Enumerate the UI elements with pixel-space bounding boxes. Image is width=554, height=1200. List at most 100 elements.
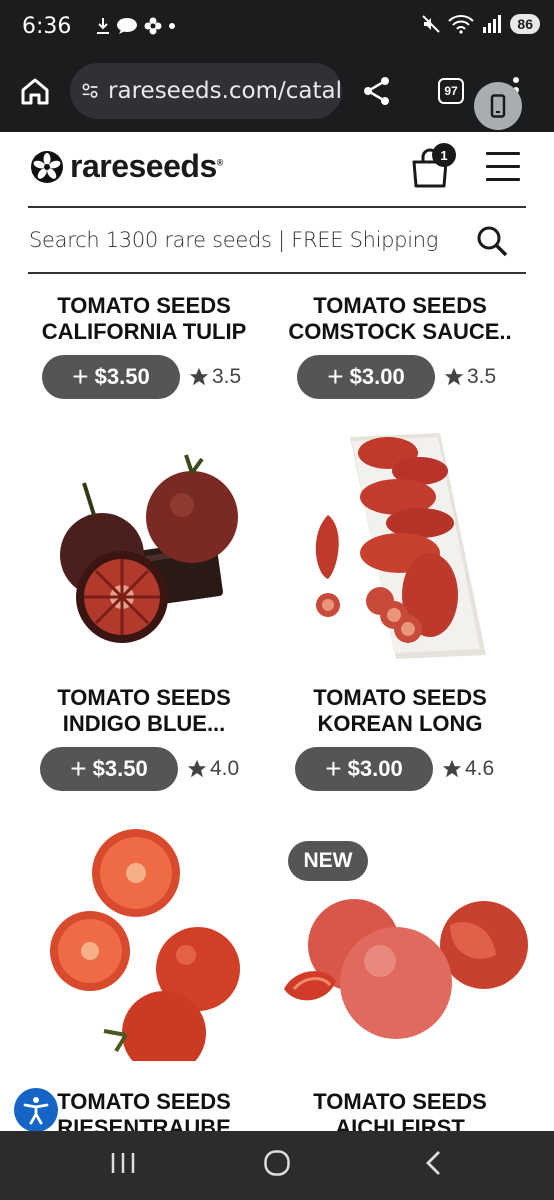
product-title-line: TOMATO SEEDS [313, 293, 487, 318]
notification-icons [96, 17, 176, 35]
talk-icon [117, 18, 137, 34]
cart-count-badge: 1 [432, 143, 456, 167]
mute-icon [422, 15, 441, 33]
product-price: $3.50 [92, 756, 148, 781]
product-price: $3.00 [347, 756, 403, 781]
plus-icon: + [327, 361, 344, 392]
flower-icon [144, 17, 162, 35]
logo-wordmark: rareseeds [70, 148, 217, 184]
product-title[interactable]: TOMATO SEEDS AICHI FIRST [270, 1089, 530, 1131]
rating-value: 3.5 [212, 365, 242, 388]
accessibility-icon [23, 1097, 49, 1125]
product-image-aichi-first[interactable]: NEW [270, 821, 530, 1061]
status-time: 6:36 [22, 14, 72, 39]
menu-bar [486, 152, 520, 155]
home-icon[interactable] [20, 76, 50, 106]
product-title-line: CALIFORNIA TULIP [41, 319, 247, 344]
new-badge: NEW [288, 841, 368, 881]
hamburger-menu-icon[interactable] [486, 152, 520, 191]
logo-flower-icon [31, 150, 63, 183]
product-price: $3.00 [349, 364, 405, 389]
product-title-line: KOREAN LONG [317, 711, 483, 736]
download-icon [97, 18, 109, 34]
product-card[interactable]: NEW TOMATO SEEDS AICHI FIRST [270, 821, 530, 1131]
wifi-6e-icon [448, 15, 475, 34]
address-bar[interactable]: rareseeds.com/catal [70, 63, 342, 119]
status-right: 86 [422, 14, 540, 34]
menu-bar [486, 165, 520, 168]
star-icon [189, 367, 209, 386]
add-to-cart-button[interactable]: + $3.00 [295, 747, 433, 791]
logo-text: rareseeds® [70, 148, 223, 185]
browser-toolbar: rareseeds.com/catal 97 [0, 54, 554, 132]
product-rating: 3.5 [188, 365, 241, 389]
battery-indicator: 86 [510, 14, 540, 34]
product-rating: 4.6 [441, 757, 494, 781]
url-text: rareseeds.com/catal [108, 78, 342, 104]
registered-mark: ® [216, 157, 224, 168]
rating-value: 3.5 [467, 365, 497, 388]
product-title[interactable]: TOMATO SEEDS CALIFORNIA TULIP [14, 293, 274, 345]
cart-button[interactable]: 1 [410, 143, 456, 193]
product-card[interactable]: TOMATO SEEDS RIESENTRAUBE [14, 821, 274, 1131]
product-grid: TOMATO SEEDS CALIFORNIA TULIP + $3.50 3.5 … [0, 273, 554, 1131]
search-bar[interactable]: Search 1300 rare seeds | FREE Shipping [28, 208, 526, 273]
product-card[interactable]: TOMATO SEEDS KOREAN LONG + $3.00 4.6 [270, 425, 530, 791]
add-to-cart-button[interactable]: + $3.50 [40, 747, 178, 791]
signal-icon [483, 15, 502, 33]
tabs-count-button[interactable]: 97 [438, 78, 464, 104]
system-navigation-bar [0, 1131, 554, 1200]
device-toggle-button[interactable] [474, 82, 522, 130]
star-icon [187, 759, 207, 778]
rating-value: 4.0 [210, 757, 240, 780]
product-title-line: AICHI FIRST [335, 1115, 465, 1131]
add-to-cart-button[interactable]: + $3.00 [297, 355, 435, 399]
status-bar: 6:36 86 [0, 0, 554, 54]
dot-icon [169, 23, 175, 29]
share-icon[interactable] [362, 76, 392, 106]
add-to-cart-button[interactable]: + $3.50 [42, 355, 180, 399]
product-image-indigo-blue[interactable] [14, 425, 274, 665]
product-price: $3.50 [94, 364, 150, 389]
product-title[interactable]: TOMATO SEEDS INDIGO BLUE... [14, 685, 274, 737]
star-icon [444, 367, 464, 386]
product-title-line: COMSTOCK SAUCE.. [288, 319, 512, 344]
product-title-line: TOMATO SEEDS [57, 685, 231, 710]
tomato-image [60, 454, 238, 643]
product-card[interactable]: TOMATO SEEDS COMSTOCK SAUCE.. + $3.00 3.5 [270, 293, 530, 399]
price-row: + $3.50 4.0 [40, 747, 274, 791]
tomato-image [50, 829, 240, 1075]
product-title-line: TOMATO SEEDS [57, 293, 231, 318]
product-card[interactable]: TOMATO SEEDS CALIFORNIA TULIP + $3.50 3.5 [14, 293, 274, 399]
menu-bar [486, 178, 520, 181]
search-icon[interactable] [476, 225, 508, 257]
search-input[interactable]: Search 1300 rare seeds | FREE Shipping [29, 228, 438, 252]
product-rating: 4.0 [186, 757, 239, 781]
rating-value: 4.6 [465, 757, 495, 780]
accessibility-button[interactable] [14, 1088, 58, 1132]
product-title[interactable]: TOMATO SEEDS KOREAN LONG [270, 685, 530, 737]
product-title-line: INDIGO BLUE... [62, 711, 226, 736]
home-button-icon[interactable] [263, 1149, 291, 1177]
product-title-line: TOMATO SEEDS [313, 1089, 487, 1114]
plus-icon: + [72, 361, 89, 392]
rareseeds-logo[interactable]: rareseeds® [30, 148, 223, 185]
price-row: + $3.00 4.6 [295, 747, 530, 791]
product-image-korean-long[interactable] [270, 425, 530, 665]
back-icon[interactable] [424, 1149, 442, 1177]
product-card[interactable]: TOMATO SEEDS INDIGO BLUE... + $3.50 4.0 [14, 425, 274, 791]
product-title[interactable]: TOMATO SEEDS COMSTOCK SAUCE.. [270, 293, 530, 345]
product-title-line: TOMATO SEEDS [313, 685, 487, 710]
site-settings-icon[interactable] [82, 80, 98, 102]
phone-icon [490, 94, 506, 118]
price-row: + $3.50 3.5 [42, 355, 274, 399]
plus-icon: + [325, 753, 342, 784]
product-image-riesentraube[interactable] [14, 821, 274, 1075]
site-header: rareseeds® 1 [0, 132, 554, 207]
recent-apps-icon[interactable] [110, 1149, 136, 1177]
product-rating: 3.5 [443, 365, 496, 389]
plus-icon: + [70, 753, 87, 784]
price-row: + $3.00 3.5 [297, 355, 530, 399]
tomato-image [315, 433, 486, 659]
star-icon [442, 759, 462, 778]
